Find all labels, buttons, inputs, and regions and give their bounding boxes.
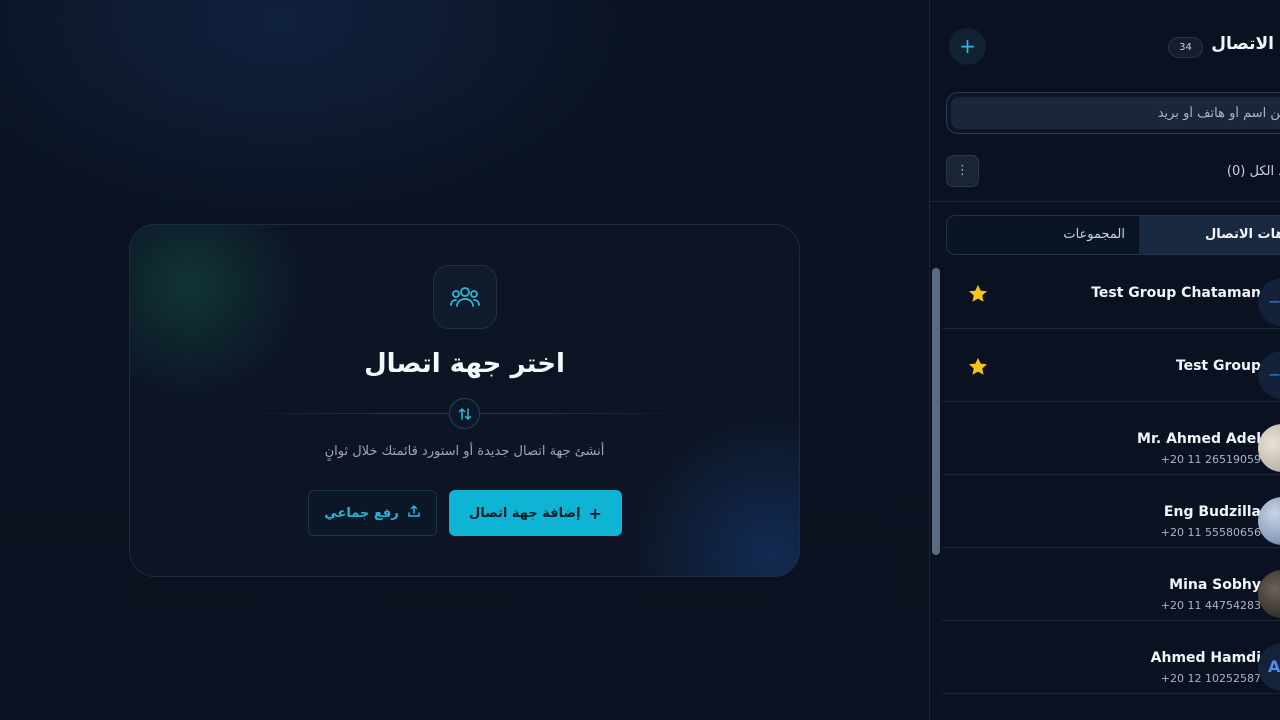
contact-name: Ahmed Hamdi (1150, 650, 1261, 666)
page-title: اختر جهة اتصال (364, 349, 565, 379)
group-avatar: − (1258, 278, 1280, 326)
upload-icon (407, 504, 421, 522)
contacts-count-badge: 34 (1168, 37, 1203, 58)
tab-groups[interactable]: المجموعات (947, 216, 1139, 254)
swap-icon (449, 398, 480, 429)
scrollbar[interactable] (932, 268, 940, 555)
contact-name: Eng Budzilla (1163, 504, 1261, 520)
search-box (946, 92, 1280, 134)
tabs: المجموعات هات الاتصال (946, 215, 1280, 255)
add-contact-label: إضافة جهة اتصال (469, 505, 581, 521)
list-item[interactable]: Test Group Chataman − (942, 256, 1280, 329)
add-contact-button[interactable]: إضافة جهة اتصال + (449, 490, 622, 536)
group-avatar: − (1258, 351, 1280, 399)
search-input[interactable] (951, 97, 1280, 129)
list-item[interactable]: Eng Budzilla +20 11 55580656 (942, 475, 1280, 548)
tab-contacts[interactable]: هات الاتصال (1139, 216, 1280, 254)
avatar: A (1258, 643, 1280, 691)
avatar (1258, 424, 1280, 472)
contact-name: Mina Sobhy (1169, 577, 1261, 593)
add-contact-icon-button[interactable]: + (949, 28, 986, 65)
divider (930, 201, 1280, 202)
contact-phone: +20 11 44754283 (1160, 599, 1261, 612)
contact-name: Test Group (1175, 358, 1261, 374)
contacts-list: Test Group Chataman − Test Group − Mr. A… (942, 256, 1280, 694)
contact-name: Test Group Chataman (1091, 285, 1261, 301)
list-item[interactable]: Mina Sobhy +20 11 44754283 (942, 548, 1280, 621)
list-item[interactable]: Ahmed Hamdi +20 12 10252587 A (942, 621, 1280, 694)
bulk-upload-button[interactable]: رفع جماعي (308, 490, 437, 536)
list-item[interactable]: Test Group − (942, 329, 1280, 402)
plus-icon: + (588, 503, 602, 523)
avatar (1258, 497, 1280, 545)
empty-state-card: اختر جهة اتصال أنشئ جهة اتصال جديدة أو ا… (129, 224, 800, 577)
sidebar-title: الاتصال (1211, 34, 1274, 54)
contact-phone: +20 12 10252587 (1160, 672, 1261, 685)
avatar (1258, 570, 1280, 618)
select-all-checkbox[interactable]: د الكل (0) (1227, 164, 1280, 179)
star-icon[interactable] (967, 356, 989, 378)
contact-name: Mr. Ahmed Adel (1137, 431, 1261, 447)
star-icon[interactable] (967, 283, 989, 305)
page-subtitle: أنشئ جهة اتصال جديدة أو استورد قائمتك خل… (324, 444, 605, 459)
contact-phone: +20 11 26519059 (1160, 453, 1261, 466)
contacts-sidebar: الاتصال 34 + د الكل (0) ⋮ المجموعات هات … (929, 0, 1280, 720)
bulk-upload-label: رفع جماعي (324, 505, 399, 521)
contact-phone: +20 11 55580656 (1160, 526, 1261, 539)
more-options-icon[interactable]: ⋮ (946, 155, 979, 187)
list-item[interactable]: Mr. Ahmed Adel +20 11 26519059 (942, 402, 1280, 475)
main-panel: اختر جهة اتصال أنشئ جهة اتصال جديدة أو ا… (0, 0, 930, 720)
users-icon (433, 265, 497, 329)
